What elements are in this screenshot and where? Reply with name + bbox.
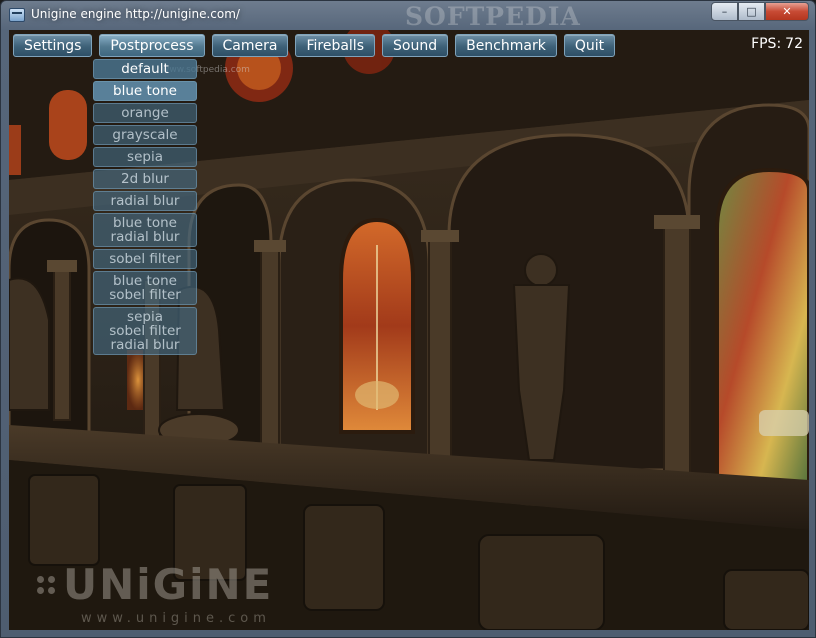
fireballs-menu-button[interactable]: Fireballs bbox=[295, 34, 375, 57]
fps-label: FPS: bbox=[751, 36, 782, 52]
app-icon bbox=[9, 8, 25, 22]
postprocess-option-blue-tone[interactable]: blue tone bbox=[93, 81, 197, 101]
option-label-line-2: sobel filter bbox=[109, 323, 181, 339]
unigine-logo-word: UNiGiNE bbox=[37, 560, 273, 609]
sound-menu-button[interactable]: Sound bbox=[382, 34, 449, 57]
camera-menu-button[interactable]: Camera bbox=[211, 34, 289, 57]
logo-dots-icon bbox=[37, 575, 55, 594]
render-viewport[interactable]: www.softpedia.com Settings Postprocess C… bbox=[9, 30, 809, 630]
postprocess-option-default[interactable]: default bbox=[93, 59, 197, 79]
option-label-line-2: sobel filter bbox=[109, 287, 181, 303]
option-label: sepia bbox=[127, 149, 163, 165]
postprocess-option-blue-tone-sobel-filter[interactable]: blue tone sobel filter bbox=[93, 271, 197, 305]
postprocess-option-blue-tone-radial-blur[interactable]: blue tone radial blur bbox=[93, 213, 197, 247]
unigine-logo: UNiGiNE www.unigine.com bbox=[37, 560, 273, 626]
window-title: Unigine engine http://unigine.com/ bbox=[31, 7, 240, 21]
option-label-line-1: blue tone bbox=[113, 273, 177, 289]
logo-text: UNiGiNE bbox=[63, 560, 274, 609]
fps-value: 72 bbox=[785, 36, 803, 52]
postprocess-option-sepia-sobel-radial[interactable]: sepia sobel filter radial blur bbox=[93, 307, 197, 355]
option-label: default bbox=[121, 61, 169, 77]
minimize-button[interactable]: – bbox=[711, 2, 738, 21]
postprocess-option-radial-blur[interactable]: radial blur bbox=[93, 191, 197, 211]
postprocess-option-grayscale[interactable]: grayscale bbox=[93, 125, 197, 145]
postprocess-menu-button[interactable]: Postprocess bbox=[99, 34, 205, 57]
option-label: grayscale bbox=[112, 127, 178, 143]
hud-menu-bar: Settings Postprocess Camera Fireballs So… bbox=[13, 34, 622, 57]
logo-url: www.unigine.com bbox=[81, 611, 271, 626]
option-label: orange bbox=[121, 105, 169, 121]
postprocess-option-2d-blur[interactable]: 2d blur bbox=[93, 169, 197, 189]
option-label: sobel filter bbox=[109, 251, 181, 267]
settings-menu-button[interactable]: Settings bbox=[13, 34, 93, 57]
postprocess-option-orange[interactable]: orange bbox=[93, 103, 197, 123]
option-label: 2d blur bbox=[121, 171, 169, 187]
maximize-button[interactable]: □ bbox=[738, 2, 765, 21]
close-button[interactable]: ✕ bbox=[765, 2, 809, 21]
postprocess-option-sobel-filter[interactable]: sobel filter bbox=[93, 249, 197, 269]
title-bar[interactable]: Unigine engine http://unigine.com/ SOFTP… bbox=[1, 1, 815, 31]
softpedia-watermark: SOFTPEDIA bbox=[405, 2, 581, 31]
fps-counter: FPS: 72 bbox=[751, 36, 803, 52]
postprocess-dropdown: default blue tone orange grayscale sepia… bbox=[93, 59, 198, 357]
option-label-line-2: radial blur bbox=[110, 229, 180, 245]
option-label-line-1: blue tone bbox=[113, 215, 177, 231]
quit-menu-button[interactable]: Quit bbox=[563, 34, 616, 57]
option-label: radial blur bbox=[110, 193, 180, 209]
option-label-line-1: sepia bbox=[127, 309, 163, 325]
option-label-line-3: radial blur bbox=[110, 337, 180, 353]
option-label: blue tone bbox=[113, 83, 177, 99]
benchmark-menu-button[interactable]: Benchmark bbox=[455, 34, 557, 57]
window-controls: – □ ✕ bbox=[711, 2, 809, 21]
postprocess-option-sepia[interactable]: sepia bbox=[93, 147, 197, 167]
app-window: Unigine engine http://unigine.com/ SOFTP… bbox=[0, 0, 816, 638]
